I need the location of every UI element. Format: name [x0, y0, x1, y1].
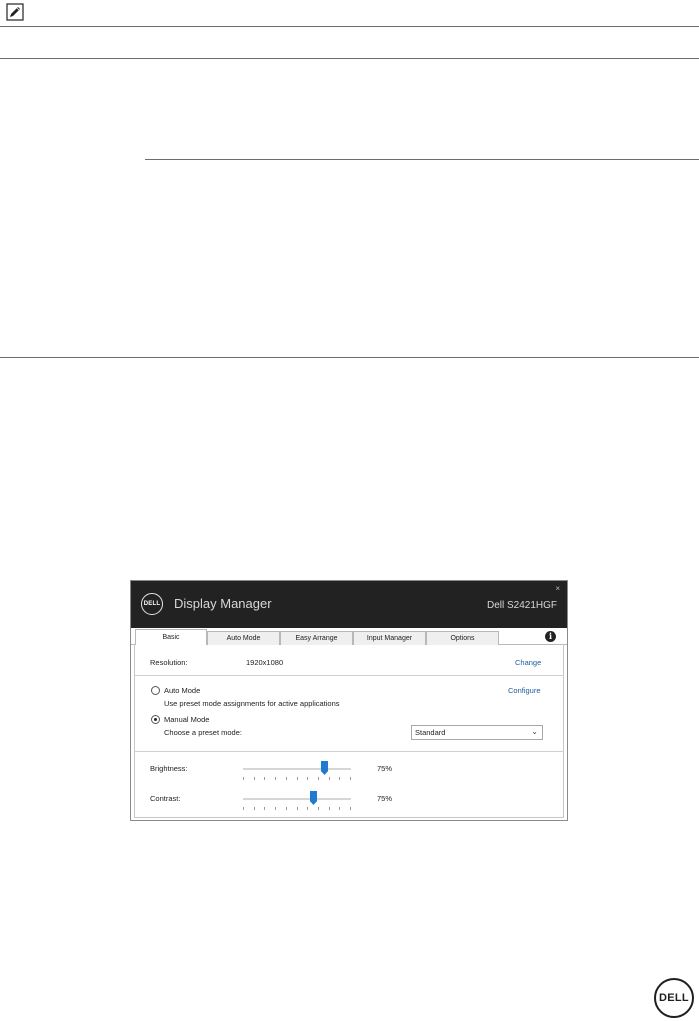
close-icon[interactable]: ×: [555, 585, 560, 593]
resolution-value: 1920x1080: [246, 658, 284, 667]
contrast-label: Contrast:: [150, 794, 181, 803]
slider-tick: [339, 777, 340, 780]
resolution-label: Resolution:: [150, 658, 188, 667]
manual-mode-label: Manual Mode: [164, 715, 210, 724]
dell-footer-logo: DELL: [654, 978, 694, 1018]
slider-tick: [350, 807, 351, 810]
preset-mode-value: Standard: [415, 728, 446, 737]
monitor-model: Dell S2421HGF: [486, 600, 557, 611]
tab-auto-mode[interactable]: Auto Mode: [207, 631, 280, 645]
slider-thumb[interactable]: [310, 791, 317, 805]
configure-link[interactable]: Configure: [508, 686, 541, 695]
slider-tick: [318, 807, 319, 810]
slider-tick: [264, 777, 265, 780]
slider-tick: [243, 807, 244, 810]
slider-tick: [254, 807, 255, 810]
note-bottom-rule: [0, 58, 699, 59]
radio-selected-dot: [154, 718, 157, 721]
slider-track: [243, 798, 351, 800]
slider-tick: [275, 807, 276, 810]
brightness-label: Brightness:: [150, 764, 188, 773]
preset-mode-dropdown[interactable]: Standard ⌄: [411, 725, 543, 740]
info-icon[interactable]: i: [545, 631, 556, 642]
auto-mode-description: Use preset mode assignments for active a…: [164, 699, 340, 708]
manual-mode-radio[interactable]: [151, 715, 160, 724]
tab-basic[interactable]: Basic: [135, 629, 207, 645]
display-manager-window: DELL Display Manager Dell S2421HGF × Bas…: [130, 580, 568, 821]
slider-tick: [339, 807, 340, 810]
table-bottom-rule: [0, 357, 699, 358]
dell-logo: DELL: [141, 593, 163, 615]
slider-thumb[interactable]: [321, 761, 328, 775]
slider-track: [243, 768, 351, 770]
slider-tick: [297, 807, 298, 810]
slider-ticks: [243, 777, 351, 780]
slider-tick: [350, 777, 351, 780]
contrast-slider[interactable]: [243, 791, 351, 811]
auto-mode-radio[interactable]: [151, 686, 160, 695]
auto-mode-label: Auto Mode: [164, 686, 201, 695]
window-title: Display Manager: [174, 596, 272, 611]
slider-tick: [307, 807, 308, 810]
note-top-rule: [0, 26, 699, 27]
slider-tick: [297, 777, 298, 780]
manual-mode-description: Choose a preset mode:: [164, 728, 242, 737]
slider-tick: [318, 777, 319, 780]
brightness-value: 75%: [377, 764, 393, 773]
tab-easy-arrange[interactable]: Easy Arrange: [280, 631, 353, 645]
chevron-down-icon: ⌄: [531, 727, 538, 736]
slider-tick: [329, 777, 330, 780]
tab-input-manager[interactable]: Input Manager: [353, 631, 426, 645]
title-bar: DELL Display Manager Dell S2421HGF ×: [131, 581, 567, 628]
slider-tick: [275, 777, 276, 780]
separator: [134, 675, 564, 676]
separator: [134, 751, 564, 752]
note-pencil-icon: [6, 3, 24, 21]
slider-tick: [243, 777, 244, 780]
slider-ticks: [243, 807, 351, 810]
tab-options[interactable]: Options: [426, 631, 499, 645]
slider-tick: [307, 777, 308, 780]
slider-tick: [286, 807, 287, 810]
brightness-slider[interactable]: [243, 761, 351, 781]
slider-tick: [254, 777, 255, 780]
slider-tick: [286, 777, 287, 780]
change-link[interactable]: Change: [515, 658, 541, 667]
slider-tick: [264, 807, 265, 810]
slider-tick: [329, 807, 330, 810]
section-rule: [145, 159, 699, 160]
contrast-value: 75%: [377, 794, 393, 803]
